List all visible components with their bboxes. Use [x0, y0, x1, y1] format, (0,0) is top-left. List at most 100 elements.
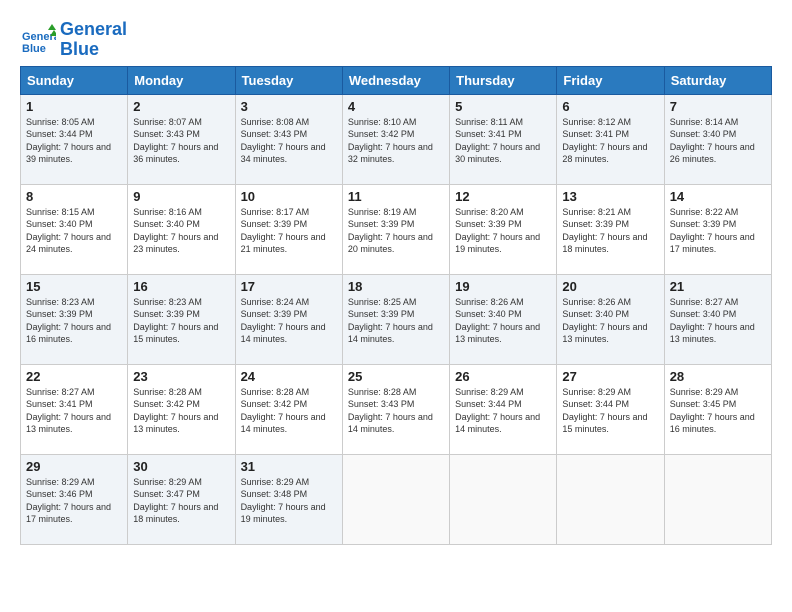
calendar-cell: 17 Sunrise: 8:24 AMSunset: 3:39 PMDaylig… — [235, 274, 342, 364]
day-number: 7 — [670, 99, 766, 114]
calendar-cell — [557, 454, 664, 544]
calendar-cell: 11 Sunrise: 8:19 AMSunset: 3:39 PMDaylig… — [342, 184, 449, 274]
day-number: 13 — [562, 189, 658, 204]
day-number: 31 — [241, 459, 337, 474]
day-number: 22 — [26, 369, 122, 384]
day-detail: Sunrise: 8:27 AMSunset: 3:41 PMDaylight:… — [26, 387, 111, 435]
calendar-cell: 16 Sunrise: 8:23 AMSunset: 3:39 PMDaylig… — [128, 274, 235, 364]
day-number: 17 — [241, 279, 337, 294]
day-number: 28 — [670, 369, 766, 384]
day-number: 26 — [455, 369, 551, 384]
calendar-cell: 22 Sunrise: 8:27 AMSunset: 3:41 PMDaylig… — [21, 364, 128, 454]
day-number: 2 — [133, 99, 229, 114]
day-detail: Sunrise: 8:28 AMSunset: 3:42 PMDaylight:… — [241, 387, 326, 435]
day-detail: Sunrise: 8:10 AMSunset: 3:42 PMDaylight:… — [348, 117, 433, 165]
day-detail: Sunrise: 8:14 AMSunset: 3:40 PMDaylight:… — [670, 117, 755, 165]
calendar-table: SundayMondayTuesdayWednesdayThursdayFrid… — [20, 66, 772, 545]
calendar-cell: 8 Sunrise: 8:15 AMSunset: 3:40 PMDayligh… — [21, 184, 128, 274]
day-number: 30 — [133, 459, 229, 474]
calendar-cell: 14 Sunrise: 8:22 AMSunset: 3:39 PMDaylig… — [664, 184, 771, 274]
day-detail: Sunrise: 8:25 AMSunset: 3:39 PMDaylight:… — [348, 297, 433, 345]
day-number: 21 — [670, 279, 766, 294]
calendar-cell: 27 Sunrise: 8:29 AMSunset: 3:44 PMDaylig… — [557, 364, 664, 454]
day-number: 6 — [562, 99, 658, 114]
calendar-cell: 12 Sunrise: 8:20 AMSunset: 3:39 PMDaylig… — [450, 184, 557, 274]
weekday-header-tuesday: Tuesday — [235, 66, 342, 94]
calendar-cell: 7 Sunrise: 8:14 AMSunset: 3:40 PMDayligh… — [664, 94, 771, 184]
calendar-cell: 13 Sunrise: 8:21 AMSunset: 3:39 PMDaylig… — [557, 184, 664, 274]
calendar-cell: 5 Sunrise: 8:11 AMSunset: 3:41 PMDayligh… — [450, 94, 557, 184]
day-detail: Sunrise: 8:07 AMSunset: 3:43 PMDaylight:… — [133, 117, 218, 165]
calendar-cell: 4 Sunrise: 8:10 AMSunset: 3:42 PMDayligh… — [342, 94, 449, 184]
page-header: General Blue GeneralBlue — [20, 20, 772, 60]
day-number: 11 — [348, 189, 444, 204]
calendar-week-3: 15 Sunrise: 8:23 AMSunset: 3:39 PMDaylig… — [21, 274, 772, 364]
day-detail: Sunrise: 8:26 AMSunset: 3:40 PMDaylight:… — [562, 297, 647, 345]
day-detail: Sunrise: 8:15 AMSunset: 3:40 PMDaylight:… — [26, 207, 111, 255]
day-detail: Sunrise: 8:29 AMSunset: 3:45 PMDaylight:… — [670, 387, 755, 435]
day-detail: Sunrise: 8:29 AMSunset: 3:44 PMDaylight:… — [455, 387, 540, 435]
calendar-cell: 26 Sunrise: 8:29 AMSunset: 3:44 PMDaylig… — [450, 364, 557, 454]
weekday-header-thursday: Thursday — [450, 66, 557, 94]
day-detail: Sunrise: 8:29 AMSunset: 3:44 PMDaylight:… — [562, 387, 647, 435]
calendar-cell: 3 Sunrise: 8:08 AMSunset: 3:43 PMDayligh… — [235, 94, 342, 184]
calendar-cell: 24 Sunrise: 8:28 AMSunset: 3:42 PMDaylig… — [235, 364, 342, 454]
day-number: 27 — [562, 369, 658, 384]
day-number: 29 — [26, 459, 122, 474]
day-number: 3 — [241, 99, 337, 114]
weekday-header-friday: Friday — [557, 66, 664, 94]
day-number: 8 — [26, 189, 122, 204]
calendar-week-2: 8 Sunrise: 8:15 AMSunset: 3:40 PMDayligh… — [21, 184, 772, 274]
day-detail: Sunrise: 8:05 AMSunset: 3:44 PMDaylight:… — [26, 117, 111, 165]
calendar-week-1: 1 Sunrise: 8:05 AMSunset: 3:44 PMDayligh… — [21, 94, 772, 184]
calendar-cell: 9 Sunrise: 8:16 AMSunset: 3:40 PMDayligh… — [128, 184, 235, 274]
day-number: 15 — [26, 279, 122, 294]
svg-text:General: General — [22, 31, 56, 43]
calendar-cell — [664, 454, 771, 544]
weekday-header-sunday: Sunday — [21, 66, 128, 94]
day-detail: Sunrise: 8:24 AMSunset: 3:39 PMDaylight:… — [241, 297, 326, 345]
day-number: 9 — [133, 189, 229, 204]
calendar-cell: 2 Sunrise: 8:07 AMSunset: 3:43 PMDayligh… — [128, 94, 235, 184]
day-detail: Sunrise: 8:23 AMSunset: 3:39 PMDaylight:… — [133, 297, 218, 345]
day-detail: Sunrise: 8:17 AMSunset: 3:39 PMDaylight:… — [241, 207, 326, 255]
calendar-week-4: 22 Sunrise: 8:27 AMSunset: 3:41 PMDaylig… — [21, 364, 772, 454]
calendar-cell: 6 Sunrise: 8:12 AMSunset: 3:41 PMDayligh… — [557, 94, 664, 184]
calendar-cell: 10 Sunrise: 8:17 AMSunset: 3:39 PMDaylig… — [235, 184, 342, 274]
calendar-cell: 21 Sunrise: 8:27 AMSunset: 3:40 PMDaylig… — [664, 274, 771, 364]
day-detail: Sunrise: 8:21 AMSunset: 3:39 PMDaylight:… — [562, 207, 647, 255]
weekday-header-saturday: Saturday — [664, 66, 771, 94]
day-number: 24 — [241, 369, 337, 384]
calendar-cell: 20 Sunrise: 8:26 AMSunset: 3:40 PMDaylig… — [557, 274, 664, 364]
calendar-week-5: 29 Sunrise: 8:29 AMSunset: 3:46 PMDaylig… — [21, 454, 772, 544]
day-detail: Sunrise: 8:26 AMSunset: 3:40 PMDaylight:… — [455, 297, 540, 345]
header-row: SundayMondayTuesdayWednesdayThursdayFrid… — [21, 66, 772, 94]
day-number: 12 — [455, 189, 551, 204]
weekday-header-wednesday: Wednesday — [342, 66, 449, 94]
calendar-cell: 29 Sunrise: 8:29 AMSunset: 3:46 PMDaylig… — [21, 454, 128, 544]
day-number: 4 — [348, 99, 444, 114]
day-detail: Sunrise: 8:19 AMSunset: 3:39 PMDaylight:… — [348, 207, 433, 255]
day-detail: Sunrise: 8:22 AMSunset: 3:39 PMDaylight:… — [670, 207, 755, 255]
calendar-cell: 15 Sunrise: 8:23 AMSunset: 3:39 PMDaylig… — [21, 274, 128, 364]
calendar-cell — [450, 454, 557, 544]
calendar-cell: 1 Sunrise: 8:05 AMSunset: 3:44 PMDayligh… — [21, 94, 128, 184]
day-number: 19 — [455, 279, 551, 294]
calendar-cell: 19 Sunrise: 8:26 AMSunset: 3:40 PMDaylig… — [450, 274, 557, 364]
logo-icon: General Blue — [20, 22, 56, 58]
day-detail: Sunrise: 8:23 AMSunset: 3:39 PMDaylight:… — [26, 297, 111, 345]
logo: General Blue GeneralBlue — [20, 20, 127, 60]
calendar-cell: 23 Sunrise: 8:28 AMSunset: 3:42 PMDaylig… — [128, 364, 235, 454]
calendar-cell: 30 Sunrise: 8:29 AMSunset: 3:47 PMDaylig… — [128, 454, 235, 544]
day-detail: Sunrise: 8:08 AMSunset: 3:43 PMDaylight:… — [241, 117, 326, 165]
day-number: 23 — [133, 369, 229, 384]
day-detail: Sunrise: 8:16 AMSunset: 3:40 PMDaylight:… — [133, 207, 218, 255]
calendar-cell: 28 Sunrise: 8:29 AMSunset: 3:45 PMDaylig… — [664, 364, 771, 454]
weekday-header-monday: Monday — [128, 66, 235, 94]
day-number: 14 — [670, 189, 766, 204]
day-number: 5 — [455, 99, 551, 114]
day-number: 18 — [348, 279, 444, 294]
day-detail: Sunrise: 8:29 AMSunset: 3:47 PMDaylight:… — [133, 477, 218, 525]
day-detail: Sunrise: 8:28 AMSunset: 3:43 PMDaylight:… — [348, 387, 433, 435]
day-detail: Sunrise: 8:11 AMSunset: 3:41 PMDaylight:… — [455, 117, 540, 165]
